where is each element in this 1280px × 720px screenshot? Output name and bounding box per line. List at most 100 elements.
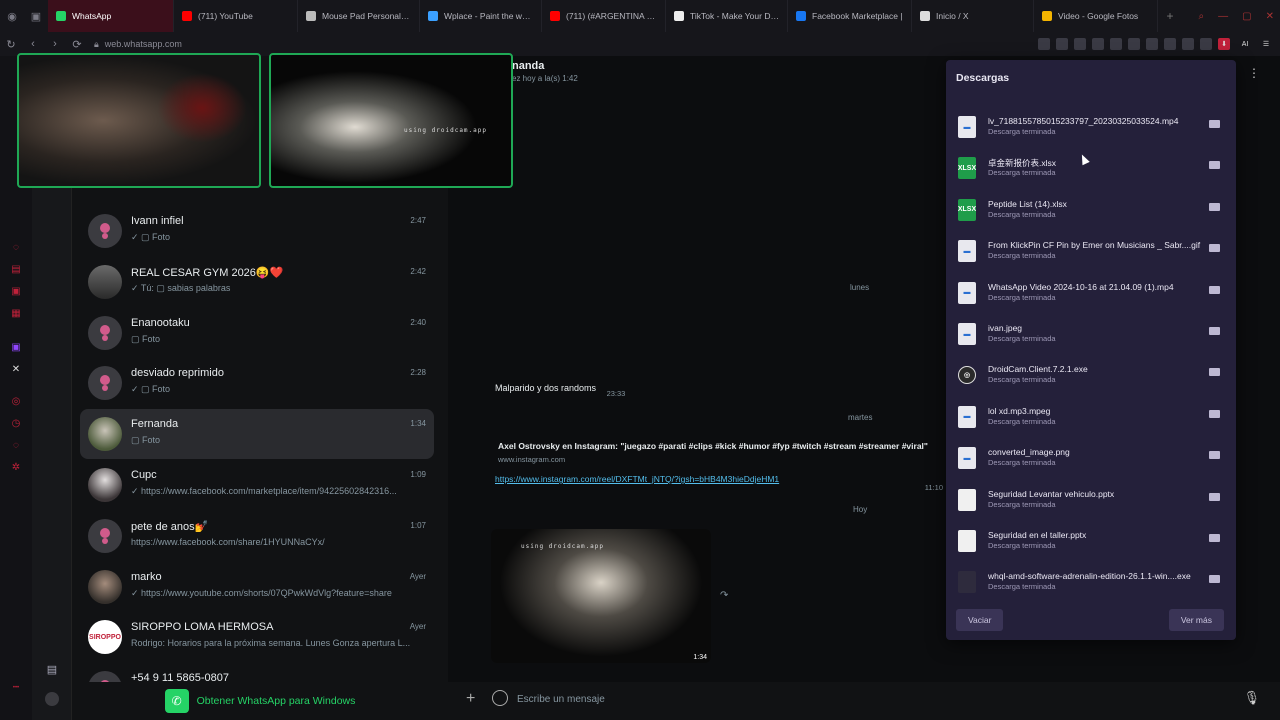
chat-row[interactable]: Enanootaku ▢ Foto 2:40: [80, 308, 434, 358]
browser-tab[interactable]: (711) YouTube: [174, 0, 298, 32]
droidcam-caption: using droidcam.app: [403, 127, 487, 134]
chat-preview: ✓ ▢ Foto: [131, 384, 171, 395]
download-item[interactable]: ▬ From KlickPin CF Pin by Emer on Musicia…: [956, 236, 1228, 274]
folder-icon[interactable]: [1209, 492, 1220, 501]
download-item[interactable]: whql-amd-software-adrenalin-edition-26.1…: [956, 567, 1228, 605]
file-icon: ▬: [958, 447, 976, 470]
folder-icon[interactable]: [1209, 202, 1220, 211]
sidebar-mail-icon[interactable]: ▣: [10, 286, 22, 298]
forward-icon[interactable]: ↷: [720, 590, 728, 601]
chat-row[interactable]: pete de anos💅 https://www.facebook.com/sh…: [80, 511, 434, 561]
microphone-icon[interactable]: 🎙︎: [1243, 690, 1260, 706]
sidebar-history-icon[interactable]: ◷: [10, 418, 22, 430]
browser-tab[interactable]: Wplace - Paint the world: [420, 0, 542, 32]
play-icon[interactable]: [1110, 38, 1122, 50]
folder-icon[interactable]: [1209, 368, 1220, 377]
url-field[interactable]: 🔒︎ web.whatsapp.com: [94, 39, 182, 50]
chat-row[interactable]: marko ✓ https://www.youtube.com/shorts/07…: [80, 562, 434, 612]
folder-icon[interactable]: [1209, 409, 1220, 418]
chat-row[interactable]: Ivann infiel ✓ ▢ Foto 2:47: [80, 206, 434, 256]
wallet-icon[interactable]: [1182, 38, 1194, 50]
chat-row[interactable]: REAL CESAR GYM 2026😝❤️ ✓ Tú: ▢ sabias pal…: [80, 257, 434, 307]
file-icon: ◎: [958, 366, 976, 385]
download-item[interactable]: ▬ WhatsApp Video 2024-10-16 at 21.04.09 (…: [956, 278, 1228, 316]
download-item[interactable]: ◎ DroidCam.Client.7.2.1.exe Descarga termi…: [956, 360, 1228, 398]
search-tabs-icon[interactable]: ⌕: [1199, 11, 1205, 22]
download-item[interactable]: ▬ lol xd.mp3.mpeg Descarga terminada: [956, 402, 1228, 440]
chat-row[interactable]: Fernanda ▢ Foto 1:34: [80, 409, 434, 460]
sidebar-notes-icon[interactable]: ▦: [10, 308, 22, 320]
folder-icon[interactable]: [1209, 161, 1220, 170]
browser-tab[interactable]: Inicio / X: [912, 0, 1034, 32]
forward-button[interactable]: ›: [44, 38, 66, 50]
download-item[interactable]: ▬ ivan.jpeg Descarga terminada: [956, 319, 1228, 357]
sidebar-x-icon[interactable]: ✕: [10, 364, 22, 376]
browser-tab[interactable]: TikTok - Make Your Day: [666, 0, 788, 32]
reload-icon[interactable]: ↻: [0, 38, 22, 51]
download-item[interactable]: ▬ lv_7188155785015233797_20230325033524.m…: [956, 112, 1228, 150]
clear-downloads-button[interactable]: Vaciar: [956, 609, 1004, 631]
chat-row[interactable]: desviado reprimido ✓ ▢ Foto 2:28: [80, 358, 434, 408]
download-item[interactable]: Seguridad en el taller.pptx Descarga term…: [956, 526, 1228, 564]
chat-preview: ✓ https://www.youtube.com/shorts/07QPwkW…: [131, 587, 392, 598]
bookmark-icon[interactable]: [1038, 38, 1050, 50]
sidebar-player-icon[interactable]: ◎: [10, 396, 22, 408]
download-item[interactable]: Seguridad Levantar vehiculo.pptx Descarga…: [956, 485, 1228, 523]
get-whatsapp-banner[interactable]: ✆ Obtener WhatsApp para Windows: [72, 682, 448, 720]
video-message-thumbnail[interactable]: using droidcam.app 1:34: [491, 529, 711, 663]
attach-icon[interactable]: +: [466, 690, 475, 708]
download-item[interactable]: XLSX Peptide List (14).xlsx Descarga termi…: [956, 195, 1228, 233]
shield-icon[interactable]: [1074, 38, 1086, 50]
browser-tab[interactable]: Facebook Marketplace |: [788, 0, 912, 32]
conversation-menu-icon[interactable]: ⋮: [1248, 66, 1260, 80]
snapshot-icon[interactable]: [1056, 38, 1068, 50]
sidebar-settings-icon[interactable]: ✲: [10, 462, 22, 474]
folder-icon[interactable]: [1209, 575, 1220, 584]
profile-avatar[interactable]: [44, 692, 60, 708]
browser-tab[interactable]: Mouse Pad Personalizado: [298, 0, 420, 32]
browser-tab[interactable]: (711) (#ARGENTINA ESTÁ: [542, 0, 666, 32]
chat-row[interactable]: +54 9 11 5865-0807: [80, 663, 434, 682]
chat-row[interactable]: SIROPPO SIROPPO LOMA HERMOSA Rodrigo: Hora…: [80, 612, 434, 662]
ai-button[interactable]: AI: [1236, 38, 1254, 50]
sidebar-messenger-icon[interactable]: ◌: [10, 242, 22, 254]
browser-settings-icon[interactable]: ☰: [1260, 38, 1272, 50]
browser-menu-icon[interactable]: ◉: [0, 0, 24, 32]
folder-icon[interactable]: [1209, 327, 1220, 335]
see-more-button[interactable]: Ver más: [1168, 609, 1224, 631]
profile-icon[interactable]: [1200, 38, 1212, 50]
chat-row[interactable]: Cupc ✓ https://www.facebook.com/marketpla…: [80, 460, 434, 510]
extension-icon[interactable]: [1128, 38, 1140, 50]
maximize-button[interactable]: ▢: [1242, 11, 1251, 22]
download-item[interactable]: XLSX 卓金新报价表.xlsx Descarga terminada: [956, 153, 1228, 191]
new-tab-button[interactable]: +: [1158, 9, 1182, 23]
instagram-link[interactable]: https://www.instagram.com/reel/DXFTMt_jN…: [495, 474, 943, 484]
vpn-icon[interactable]: [1164, 38, 1176, 50]
close-window-button[interactable]: ✕: [1266, 11, 1274, 22]
folder-icon[interactable]: [1209, 244, 1220, 253]
folder-icon[interactable]: [1209, 120, 1220, 128]
sidebar-bag-icon[interactable]: ▤: [10, 264, 22, 276]
browser-tab[interactable]: WhatsApp: [48, 0, 174, 32]
screenshot-icon[interactable]: [1146, 38, 1158, 50]
browser-tab[interactable]: Video - Google Fotos: [1034, 0, 1158, 32]
tab-favicon-icon: [428, 11, 438, 21]
download-item[interactable]: ▬ converted_image.png Descarga terminada: [956, 443, 1228, 481]
chat-name: Enanootaku: [131, 316, 190, 329]
file-name: whql-amd-software-adrenalin-edition-26.1…: [988, 571, 1191, 582]
folder-icon[interactable]: [1209, 451, 1220, 460]
sidebar-twitch-icon[interactable]: ▣: [10, 342, 22, 354]
sidebar-more-icon[interactable]: •••: [10, 682, 22, 694]
emoji-icon[interactable]: [492, 690, 508, 706]
minimize-button[interactable]: —: [1218, 11, 1228, 22]
message-input[interactable]: Escribe un mensaje: [517, 694, 605, 705]
heart-icon[interactable]: [1092, 38, 1104, 50]
folder-icon[interactable]: [1209, 285, 1220, 294]
sidebar-chat-icon[interactable]: ◌: [10, 440, 22, 452]
downloads-icon[interactable]: ⬇: [1218, 38, 1230, 50]
refresh-button[interactable]: ⟳: [66, 38, 88, 51]
back-button[interactable]: ‹: [22, 38, 44, 50]
media-gallery-icon[interactable]: ▤: [44, 663, 60, 679]
workspaces-icon[interactable]: ▣: [24, 0, 48, 32]
folder-icon[interactable]: [1209, 534, 1220, 542]
